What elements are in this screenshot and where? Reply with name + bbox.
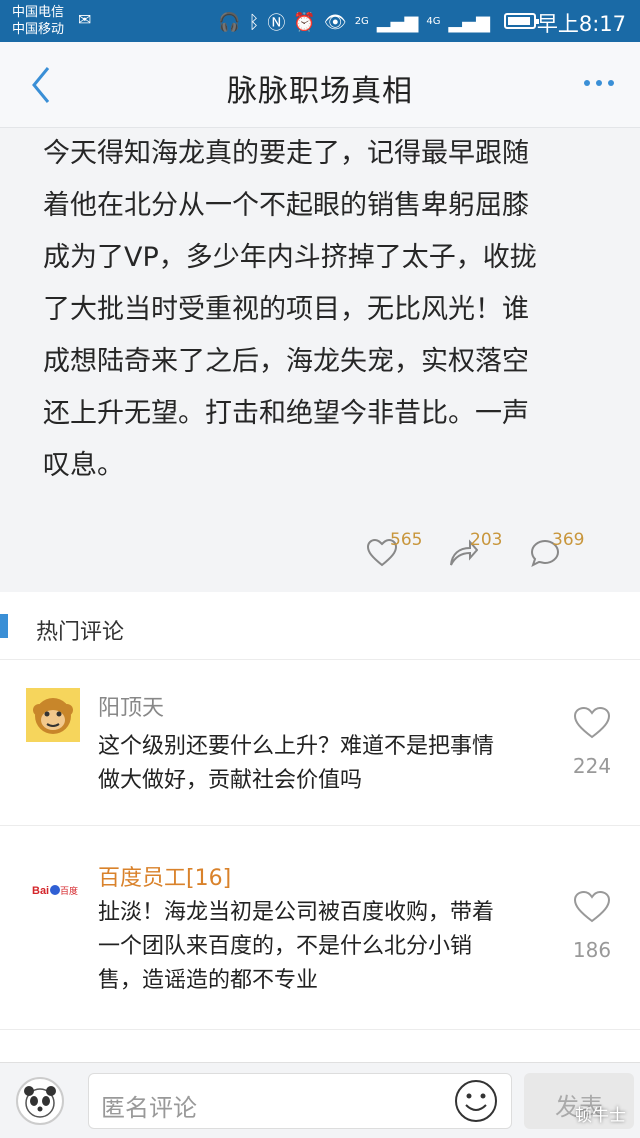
battery-level	[508, 17, 531, 25]
comment-author[interactable]: 百度员工[16]	[98, 860, 231, 892]
post-share-count: 203	[470, 530, 503, 550]
nav-bar: 脉脉职场真相	[0, 42, 640, 128]
comment-input[interactable]: 匿名评论	[88, 1073, 512, 1129]
comment-line: 售，造谣造的都不专业	[98, 968, 319, 993]
page-title: 脉脉职场真相	[227, 74, 413, 109]
post-like-button[interactable]: 565	[366, 530, 422, 568]
baidu-logo-icon: Bai 百度	[26, 862, 80, 916]
svg-text:Bai: Bai	[32, 885, 49, 897]
comment-like-count: 224	[572, 754, 612, 778]
emoji-button[interactable]	[453, 1078, 499, 1124]
comment-like-button[interactable]: 186	[570, 890, 614, 962]
post-line: 成为了VP，多少年内斗挤掉了太子，收拢	[43, 242, 537, 273]
baidu-logo-text: 百度	[60, 885, 78, 897]
post-line: 还上升无望。打击和绝望今非昔比。一声	[43, 398, 529, 429]
headset-icon: 🎧	[218, 11, 241, 33]
bluetooth-icon: ᛒ	[248, 11, 260, 33]
network-4g-label: 4G	[426, 16, 441, 27]
heart-icon	[573, 706, 611, 739]
post-comment-count: 369	[552, 530, 585, 550]
post-card: 今天得知海龙真的要走了，记得最早跟随 着他在北分从一个不起眼的销售卑躬屈膝 成为…	[0, 128, 640, 592]
section-accent-bar	[0, 614, 8, 638]
eye-comfort-icon: 👁	[323, 11, 347, 33]
signal-icon-2: ▂▄▆	[448, 11, 490, 33]
more-menu-button[interactable]	[584, 80, 614, 86]
network-2g-label: 2G	[354, 16, 369, 27]
watermark-text: 顿牛士	[575, 1106, 626, 1126]
post-share-button[interactable]: 203	[448, 530, 502, 568]
more-dot-icon	[608, 80, 614, 86]
comment-item: 阳顶天 这个级别还要什么上升？难道不是把事情 做大做好，贡献社会价值吗 224	[0, 660, 640, 826]
comment-item: Bai 百度 百度员工[16] 扯淡！海龙当初是公司被百度收购，带着 一个团队来…	[0, 826, 640, 1030]
post-line: 成想陆奇来了之后，海龙失宠，实权落空	[43, 346, 529, 377]
comment-author[interactable]: 阳顶天	[98, 690, 164, 722]
comment-line: 扯淡！海龙当初是公司被百度收购，带着	[98, 900, 495, 925]
avatar[interactable]	[26, 688, 80, 742]
comment-like-count: 186	[572, 938, 612, 962]
clock: 早上8:17	[536, 12, 626, 36]
anonymous-avatar-button[interactable]	[16, 1077, 64, 1125]
post-line: 今天得知海龙真的要走了，记得最早跟随	[43, 138, 529, 169]
post-like-count: 565	[390, 530, 423, 550]
section-title: 热门评论	[36, 620, 125, 645]
alarm-icon: ⏰	[293, 11, 316, 33]
post-line: 了大批当时受重视的项目，无比风光！谁	[43, 294, 529, 325]
nfc-icon: Ⓝ	[267, 13, 286, 34]
comment-line: 做大做好，贡献社会价值吗	[98, 768, 363, 793]
more-dot-icon	[596, 80, 602, 86]
status-icons: 🎧 ᛒ Ⓝ ⏰ 👁 2G ▂▄▆ 4G ▂▄▆	[218, 9, 490, 35]
comment-line: 这个级别还要什么上升？难道不是把事情	[98, 734, 495, 759]
comment-text: 扯淡！海龙当初是公司被百度收购，带着 一个团队来百度的，不是什么北分小销 售，造…	[98, 896, 538, 998]
comment-text: 这个级别还要什么上升？难道不是把事情 做大做好，贡献社会价值吗	[98, 730, 538, 798]
hot-comments-header: 热门评论	[0, 592, 640, 660]
smiley-icon	[455, 1080, 497, 1122]
comment-line: 一个团队来百度的，不是什么北分小销	[98, 934, 473, 959]
panda-icon	[24, 1086, 56, 1118]
carrier-1: 中国电信	[12, 5, 65, 20]
wechat-notification-icon: ✉	[78, 10, 92, 29]
status-bar: 中国电信 中国移动 ✉ 🎧 ᛒ Ⓝ ⏰ 👁 2G ▂▄▆ 4G ▂▄▆ 早上8:…	[0, 0, 640, 42]
comment-composer: 匿名评论 发表 顿牛士	[0, 1062, 640, 1138]
battery-icon	[504, 13, 539, 29]
more-dot-icon	[584, 80, 590, 86]
signal-icon: ▂▄▆	[376, 11, 419, 33]
post-line: 叹息。	[43, 450, 124, 481]
post-body: 今天得知海龙真的要走了，记得最早跟随 着他在北分从一个不起眼的销售卑躬屈膝 成为…	[43, 128, 603, 492]
post-comment-button[interactable]: 369	[530, 530, 584, 568]
carrier-2: 中国移动	[12, 22, 65, 37]
monkey-avatar-icon	[26, 688, 80, 742]
comment-input-placeholder: 匿名评论	[101, 1094, 197, 1122]
avatar[interactable]: Bai 百度	[26, 862, 80, 916]
post-line: 着他在北分从一个不起眼的销售卑躬屈膝	[43, 190, 529, 221]
comment-like-button[interactable]: 224	[570, 706, 614, 778]
post-actions: 565 203 369	[0, 530, 640, 570]
carrier-info: 中国电信 中国移动	[12, 4, 64, 38]
heart-icon	[573, 890, 611, 923]
